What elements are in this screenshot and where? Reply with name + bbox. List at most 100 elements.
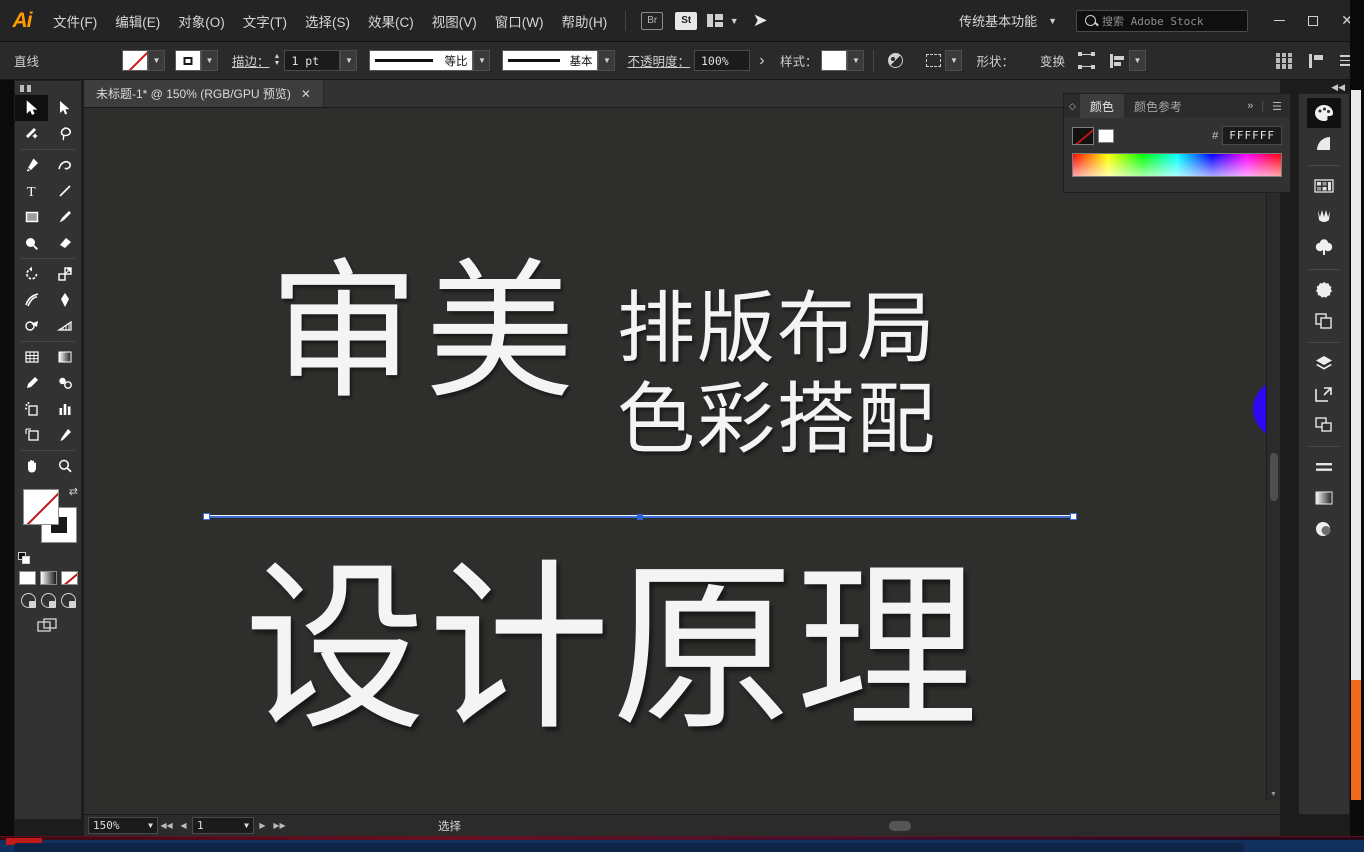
swap-fill-stroke-icon[interactable]: ⇄ bbox=[69, 485, 78, 498]
stroke-profile-dropdown-icon[interactable]: ▼ bbox=[473, 50, 491, 71]
fill-swatch[interactable] bbox=[23, 489, 59, 525]
eraser-tool[interactable] bbox=[48, 230, 81, 256]
status-tool-label[interactable]: 选择 bbox=[438, 818, 461, 834]
gradient-panel-icon[interactable] bbox=[1307, 483, 1341, 513]
gradient-tool[interactable] bbox=[48, 344, 81, 370]
draw-behind-icon[interactable] bbox=[40, 593, 56, 608]
first-artboard-button[interactable]: ◀◀ bbox=[158, 817, 175, 835]
free-transform-tool[interactable] bbox=[48, 287, 81, 313]
eyedropper-tool[interactable] bbox=[15, 370, 48, 396]
mesh-tool[interactable] bbox=[15, 344, 48, 370]
menu-view[interactable]: 视图(V) bbox=[423, 0, 486, 42]
direct-selection-tool[interactable] bbox=[48, 95, 81, 121]
line-segment-tool[interactable] bbox=[48, 178, 81, 204]
paintbrush-tool[interactable] bbox=[48, 204, 81, 230]
fill-color-swatch[interactable] bbox=[122, 50, 148, 71]
panel-fill-swatch[interactable] bbox=[1072, 126, 1094, 145]
hex-input-group[interactable]: # FFFFFF bbox=[1212, 126, 1282, 145]
opacity-value[interactable]: 100% bbox=[693, 50, 750, 71]
arrange-icon[interactable] bbox=[1304, 49, 1328, 73]
color-mode-solid[interactable] bbox=[18, 571, 36, 585]
fill-dropdown-icon[interactable]: ▼ bbox=[148, 50, 165, 71]
brush-dropdown-icon[interactable]: ▼ bbox=[598, 50, 616, 71]
panel-grip-icon[interactable]: ◇ bbox=[1064, 101, 1080, 112]
anchor-point-middle[interactable] bbox=[637, 513, 643, 520]
stroke-weight-stepper[interactable]: ▲ ▼ bbox=[274, 53, 281, 67]
isolate-selected-icon[interactable] bbox=[1075, 49, 1099, 73]
blend-tool[interactable] bbox=[48, 370, 81, 396]
brush-definition-selector[interactable]: 基本 bbox=[502, 50, 599, 71]
brushes-panel-icon[interactable] bbox=[1307, 202, 1341, 232]
layers-panel-icon[interactable] bbox=[1307, 348, 1341, 378]
menu-select[interactable]: 选择(S) bbox=[296, 0, 359, 42]
transform-panel-icon[interactable] bbox=[1307, 379, 1341, 409]
selected-line-path[interactable] bbox=[203, 513, 1077, 521]
bridge-icon[interactable]: Br bbox=[641, 11, 664, 30]
opacity-mask-icon[interactable] bbox=[883, 49, 907, 73]
align-panel-icon[interactable] bbox=[1276, 52, 1292, 69]
transform-label[interactable]: 变换 bbox=[1040, 51, 1065, 70]
artboard-tool[interactable] bbox=[15, 422, 48, 448]
anchor-point-end[interactable] bbox=[1070, 513, 1077, 520]
align-icon[interactable] bbox=[1105, 49, 1129, 73]
select-similar-icon[interactable] bbox=[921, 49, 945, 73]
canvas-artboard[interactable]: 审美 排版布局 色彩搭配 设计原理 ▲ ▼ bbox=[84, 108, 1280, 814]
hand-tool[interactable] bbox=[15, 453, 48, 479]
tab-color[interactable]: 颜色 bbox=[1079, 94, 1124, 118]
lasso-tool[interactable] bbox=[48, 121, 81, 147]
symbol-sprayer-tool[interactable] bbox=[15, 396, 48, 422]
color-spectrum-bar[interactable] bbox=[1072, 153, 1282, 177]
style-dropdown-icon[interactable]: ▼ bbox=[847, 50, 865, 71]
menu-file[interactable]: 文件(F) bbox=[44, 0, 106, 42]
graphic-style-swatch[interactable] bbox=[821, 50, 848, 71]
curvature-tool[interactable] bbox=[48, 152, 81, 178]
pathfinder-panel-icon[interactable] bbox=[1307, 306, 1341, 336]
default-fill-stroke-icon[interactable] bbox=[18, 552, 31, 565]
scroll-down-icon[interactable]: ▼ bbox=[1270, 791, 1277, 798]
arrange-documents-icon[interactable]: ▼ bbox=[707, 14, 739, 27]
stock-search-input[interactable]: 搜索 Adobe Stock bbox=[1076, 9, 1248, 32]
rectangle-tool[interactable] bbox=[15, 204, 48, 230]
dock-collapse-icon[interactable]: ◀◀ bbox=[1331, 82, 1345, 93]
share-icon[interactable]: ➤ bbox=[753, 10, 768, 31]
next-artboard-button[interactable]: ▶ bbox=[254, 817, 271, 835]
stock-icon[interactable]: St bbox=[675, 11, 698, 30]
app-logo-icon[interactable]: Ai bbox=[0, 0, 44, 42]
shaper-tool[interactable] bbox=[15, 230, 48, 256]
stroke-weight-dropdown-icon[interactable]: ▼ bbox=[340, 50, 358, 71]
stroke-weight-value[interactable]: 1 pt bbox=[284, 50, 341, 71]
tab-color-guide[interactable]: 颜色参考 bbox=[1124, 94, 1192, 118]
pen-tool[interactable] bbox=[15, 152, 48, 178]
hex-value[interactable]: FFFFFF bbox=[1222, 126, 1282, 145]
menu-type[interactable]: 文字(T) bbox=[234, 0, 296, 42]
color-panel-icon[interactable] bbox=[1307, 98, 1341, 128]
transparency-panel-icon[interactable] bbox=[1307, 514, 1341, 544]
shape-builder-tool[interactable] bbox=[15, 313, 48, 339]
anchor-point-start[interactable] bbox=[203, 513, 210, 520]
menu-effect[interactable]: 效果(C) bbox=[359, 0, 423, 42]
type-tool[interactable]: T bbox=[15, 178, 48, 204]
canvas-horizontal-scrollbar[interactable] bbox=[604, 815, 1280, 837]
rotate-tool[interactable] bbox=[15, 261, 48, 287]
prev-artboard-button[interactable]: ◀ bbox=[175, 817, 192, 835]
width-tool[interactable] bbox=[15, 287, 48, 313]
hscroll-thumb[interactable] bbox=[889, 821, 911, 831]
panel-menu-icon[interactable]: ☰ bbox=[1272, 100, 1282, 113]
align-dropdown-icon[interactable]: ▼ bbox=[1129, 50, 1147, 71]
symbols-panel-icon[interactable] bbox=[1307, 233, 1341, 263]
magic-wand-tool[interactable] bbox=[15, 121, 48, 147]
select-similar-dropdown-icon[interactable]: ▼ bbox=[945, 50, 963, 71]
scroll-thumb[interactable] bbox=[1270, 453, 1278, 501]
collapse-icon[interactable]: » bbox=[1247, 100, 1253, 112]
color-mode-none[interactable] bbox=[60, 571, 78, 585]
canvas-vertical-scrollbar[interactable]: ▲ ▼ bbox=[1266, 108, 1280, 800]
stroke-panel-icon[interactable] bbox=[1307, 275, 1341, 305]
workspace-switcher[interactable]: 传统基本功能 ▼ bbox=[948, 9, 1068, 33]
opacity-expand-icon[interactable]: › bbox=[750, 49, 774, 73]
screen-mode-button[interactable] bbox=[15, 618, 81, 634]
draw-normal-icon[interactable] bbox=[20, 593, 36, 608]
artboard-number-selector[interactable]: 1 ▼ bbox=[192, 817, 254, 834]
appearance-panel-icon[interactable] bbox=[1307, 452, 1341, 482]
menu-window[interactable]: 窗口(W) bbox=[486, 0, 553, 42]
perspective-grid-tool[interactable] bbox=[48, 313, 81, 339]
